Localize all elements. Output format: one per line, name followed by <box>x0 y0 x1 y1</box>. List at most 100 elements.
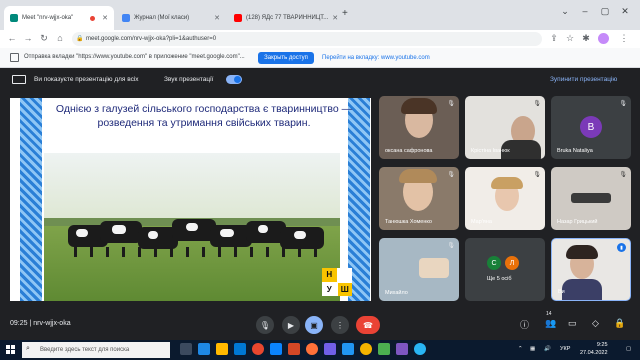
meet-favicon-icon <box>10 14 18 22</box>
edge-icon[interactable] <box>198 343 210 355</box>
nush-logo: Н У Ш <box>322 268 352 296</box>
share-icon[interactable]: ⇪ <box>548 33 560 44</box>
tab-title: Журнал (Мої класи) <box>134 15 190 21</box>
chrome-icon[interactable] <box>360 343 372 355</box>
store-icon[interactable] <box>234 343 246 355</box>
keyboard-language[interactable]: УКР <box>560 346 570 352</box>
presentation-sound-toggle[interactable] <box>226 75 242 84</box>
activities-icon[interactable]: ◇ <box>592 318 599 329</box>
youtube-favicon-icon <box>234 14 242 22</box>
more-participants-tile[interactable]: С Л Ще 5 осіб <box>465 238 545 301</box>
stop-sharing-button[interactable]: Закрыть доступ <box>258 52 314 64</box>
skype-icon[interactable] <box>414 343 426 355</box>
search-icon: ⌕ <box>26 345 30 352</box>
meeting-time: 09:25 <box>10 320 28 327</box>
journal-favicon-icon <box>122 14 130 22</box>
menu-icon[interactable]: ⋮ <box>618 33 630 44</box>
participant-name: оксана сафронова <box>385 148 433 154</box>
profile-avatar[interactable] <box>598 33 609 44</box>
host-controls-icon[interactable]: 🔒 <box>614 318 625 329</box>
forward-icon[interactable]: → <box>22 33 34 43</box>
mic-button[interactable]: 🎙 <box>256 316 274 334</box>
participant-name: Мар'яна <box>471 219 492 225</box>
home-icon[interactable]: ⌂ <box>54 33 66 43</box>
cast-icon <box>10 53 19 62</box>
avatar: С <box>487 256 501 270</box>
tab-meet[interactable]: Meet "nrv-wjjx-oka" ✕ <box>4 6 114 30</box>
goto-tab-link[interactable]: Перейти на вкладку: www.youtube.com <box>322 52 430 64</box>
telegram-icon[interactable] <box>342 343 354 355</box>
meeting-time-code: 09:25 | nrv-wjjx-oka <box>10 320 71 327</box>
mic-off-icon: 🎙 <box>447 101 455 107</box>
address-bar[interactable]: meet.google.com/nrv-wjjx-oka?pli=1&authu… <box>72 32 542 46</box>
firefox-icon[interactable] <box>306 343 318 355</box>
self-tile[interactable]: ▮ Ви <box>551 238 631 301</box>
participant-tile[interactable]: 🎙 Крістіна Іванюк <box>465 96 545 159</box>
tab-youtube[interactable]: (128) ЯДс 77 ТВАРИННИЦТ... ✕ <box>228 6 338 30</box>
close-tab-icon[interactable]: ✕ <box>214 14 220 22</box>
notifications-icon[interactable]: ▢ <box>626 346 631 352</box>
reload-icon[interactable]: ↻ <box>38 33 50 44</box>
mic-off-icon: 🎙 <box>533 172 541 178</box>
people-count-badge: 14 <box>546 311 552 317</box>
cows-photo <box>68 213 338 268</box>
more-participants-label: Ще 5 осіб <box>487 276 512 282</box>
tab-journal[interactable]: Журнал (Мої класи) ✕ <box>116 6 226 30</box>
participant-tile[interactable]: 🎙 оксана сафронова <box>379 96 459 159</box>
participant-name: Bruka Nataliya <box>557 148 593 154</box>
tab-title: Meet "nrv-wjjx-oka" <box>22 15 74 21</box>
stop-presenting-button[interactable]: Зупинити презентацію <box>550 76 617 83</box>
recording-dot-icon <box>90 15 96 21</box>
close-tab-icon[interactable]: ✕ <box>332 14 338 22</box>
network-icon[interactable]: ▦ <box>530 346 535 352</box>
participant-tile[interactable]: 🎙 Михайло <box>379 238 459 301</box>
url-text: meet.google.com/nrv-wjjx-oka?pli=1&authu… <box>86 36 217 42</box>
chat-icon[interactable]: ▭ <box>568 318 577 329</box>
participant-tile[interactable]: B 🎙 Bruka Nataliya <box>551 96 631 159</box>
tray-chevron-icon[interactable]: ⌃ <box>518 346 523 352</box>
participant-name: Танюшка Хоменко <box>385 219 432 225</box>
mic-off-icon: 🎙 <box>619 172 627 178</box>
info-icon[interactable]: ⓘ <box>520 318 529 331</box>
file-explorer-icon[interactable] <box>216 343 228 355</box>
volume-icon[interactable]: 🔊 <box>544 346 551 352</box>
slide-ornament-left <box>20 98 42 301</box>
meeting-code: nrv-wjjx-oka <box>33 320 71 327</box>
new-tab-button[interactable]: + <box>342 8 348 19</box>
camera-button[interactable]: ▶ <box>282 316 300 334</box>
extensions-icon[interactable]: ✱ <box>580 33 592 44</box>
windows-start-icon[interactable] <box>6 345 16 355</box>
viber-icon[interactable] <box>324 343 336 355</box>
app-icon[interactable] <box>378 343 390 355</box>
bookmark-star-icon[interactable]: ☆ <box>564 33 576 44</box>
mic-off-icon: 🎙 <box>447 172 455 178</box>
slide-title: Однією з галузей сільського господарства… <box>55 103 353 129</box>
participant-name: Ви <box>558 289 565 295</box>
system-clock[interactable]: 9:25 27.04.2022 <box>580 341 608 357</box>
maximize-icon[interactable]: ▢ <box>595 6 615 17</box>
app-icon[interactable] <box>396 343 408 355</box>
leave-call-button[interactable]: ☎ <box>356 316 380 334</box>
more-options-button[interactable]: ⋮ <box>331 316 349 334</box>
present-now-button[interactable]: ▣ <box>305 316 323 334</box>
participant-tile[interactable]: 🎙 Назар Грицький <box>551 167 631 230</box>
minimize-icon[interactable]: – <box>575 6 595 16</box>
back-icon[interactable]: ← <box>6 33 18 43</box>
yandex-icon[interactable] <box>252 343 264 355</box>
word-icon[interactable] <box>270 343 282 355</box>
clock-time: 9:25 <box>596 342 608 348</box>
participant-name: Михайло <box>385 290 408 296</box>
tab-search-icon[interactable]: ⌄ <box>555 6 575 17</box>
presentation-slide: Однією з галузей сільського господарства… <box>10 98 371 301</box>
people-icon[interactable]: 👥 <box>545 318 556 329</box>
participant-tile[interactable]: 🎙 Танюшка Хоменко <box>379 167 459 230</box>
close-tab-icon[interactable]: ✕ <box>102 14 108 22</box>
taskbar-search-input[interactable]: Введите здесь текст для поиска <box>22 342 170 358</box>
participant-tile[interactable]: 🎙 Мар'яна <box>465 167 545 230</box>
lock-icon[interactable]: 🔒 <box>76 35 83 42</box>
powerpoint-icon[interactable] <box>288 343 300 355</box>
tab-title: (128) ЯДс 77 ТВАРИННИЦТ... <box>246 15 329 21</box>
task-view-icon[interactable] <box>180 343 192 355</box>
close-window-icon[interactable]: ✕ <box>615 6 635 17</box>
clock-date: 27.04.2022 <box>580 350 608 356</box>
